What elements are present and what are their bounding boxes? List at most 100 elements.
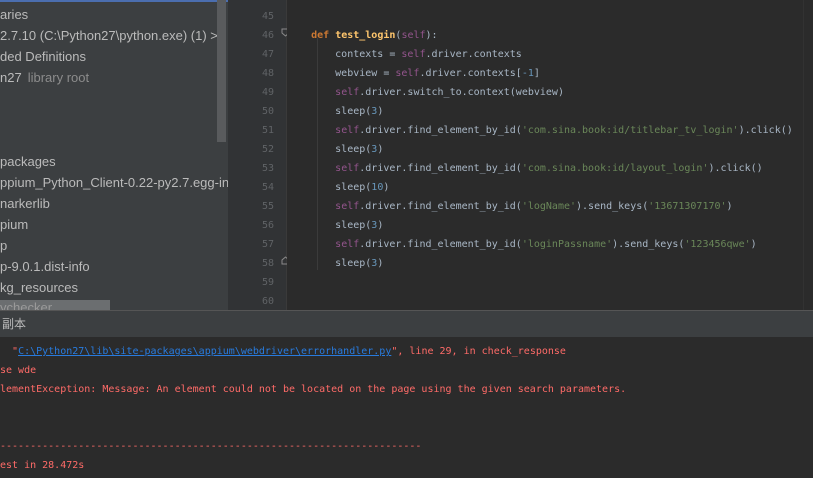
tree-item[interactable]: ychecker [0,297,52,310]
code-token: contexts = [287,49,402,60]
code-token: ) [377,106,384,117]
code-token: ).send_keys( [612,239,685,250]
code-token: self [335,125,360,136]
code-token: ] [533,68,540,79]
line-number: 45 [261,11,274,22]
code-line: sleep(10) [287,178,389,197]
code-token: '123456qwe' [684,239,751,250]
code-token: sleep( [287,258,372,269]
console-file-link[interactable]: C:\Python27\lib\site-packages\appium\web… [18,346,391,357]
code-line: self.driver.find_element_by_id('com.sina… [287,121,793,140]
console-line-exception: lementException: Message: An element cou… [0,384,627,395]
tree-item[interactable]: ppium_Python_Client-0.22-py2.7.egg-info [0,172,228,193]
console-file-suffix: ", line 29, in check_response [391,346,566,357]
code-token: def [311,30,336,41]
console-line-separator: ----------------------------------------… [0,441,422,452]
line-number: 55 [261,201,274,212]
code-token: self [335,87,360,98]
code-token: '13671307170' [648,201,727,212]
code-token: 10 [371,182,384,193]
selection-highlight [0,0,228,2]
code-line: sleep(3) [287,140,383,159]
code-token: sleep( [287,182,372,193]
run-panel-header: 副本 [0,310,813,337]
project-scrollbar[interactable] [217,0,226,142]
code-token: -1 [521,68,534,79]
code-token: .driver.contexts [425,49,522,60]
code-line: self.driver.find_element_by_id('logName'… [287,197,732,216]
code-line: self.driver.find_element_by_id('com.sina… [287,159,763,178]
code-token: ) [383,182,390,193]
code-token: .driver.find_element_by_id( [359,125,522,136]
tree-item[interactable]: n27 library root [0,67,89,88]
console-file-prefix: " [0,346,19,357]
code-line: sleep(3) [287,216,383,235]
line-number: 57 [261,239,274,250]
tree-item[interactable]: narkerlib [0,193,50,214]
code-editor[interactable]: def test_login(self): contexts = self.dr… [287,0,813,310]
code-token: ).click() [708,163,763,174]
editor-scrollbar[interactable] [803,0,813,310]
code-token: self [335,201,360,212]
code-token: sleep( [287,144,372,155]
code-line: self.driver.find_element_by_id('loginPas… [287,235,756,254]
tree-item[interactable]: p [0,235,7,256]
code-line: webview = self.driver.contexts[-1] [287,64,540,83]
code-line: contexts = self.driver.contexts [287,45,522,64]
code-token: self [401,30,426,41]
code-token: ) [377,144,384,155]
code-token: self [335,163,360,174]
code-line: sleep(3) [287,254,383,273]
tree-item[interactable]: packages [0,151,56,172]
code-line: sleep(3) [287,102,383,121]
line-number: 56 [261,220,274,231]
indent-guide [317,38,318,270]
tree-item[interactable]: ded Definitions [0,46,86,67]
line-number: 48 [261,68,274,79]
tree-item-label: kg_resources [0,280,79,295]
tree-item[interactable]: p-9.0.1.dist-info [0,256,90,277]
tree-item-sublabel: library root [27,70,90,85]
tree-item-label: packages [0,154,56,169]
tree-item-label: ychecker [0,300,53,310]
code-token: ) [377,258,384,269]
code-token: 'loginPassname' [521,239,613,250]
code-line: self.driver.switch_to.context(webview) [287,83,564,102]
tree-item-label: p-9.0.1.dist-info [0,259,90,274]
code-token: ): [425,30,438,41]
code-token: sleep( [287,220,372,231]
code-token: ).click() [738,125,793,136]
tree-item-label: narkerlib [0,196,50,211]
tree-item[interactable]: pium [0,214,28,235]
line-number: 54 [261,182,274,193]
tree-item[interactable]: 2.7.10 (C:\Python27\python.exe) (1) > [0,25,218,46]
tree-item-label: ppium_Python_Client-0.22-py2.7.egg-info [0,175,228,190]
code-token: self [401,49,426,60]
code-token: .driver.switch_to.context(webview) [359,87,564,98]
code-token: 'com.sina.book:id/layout_login' [521,163,709,174]
console-line-file: "C:\Python27\lib\site-packages\appium\we… [0,342,566,361]
tree-item[interactable]: aries [0,4,28,25]
code-token: self [335,239,360,250]
code-token: .driver.find_element_by_id( [359,201,522,212]
console-line-wde: se wde [0,365,37,376]
tree-item-label: p [0,238,8,253]
tree-item-label: n27 [0,70,22,85]
code-line: def test_login(self): [287,26,438,45]
line-number: 53 [261,163,274,174]
code-token: self [395,68,420,79]
line-number: 58 [261,258,274,269]
console-line-ran: est in 28.472s [0,460,85,471]
console-output: "C:\Python27\lib\site-packages\appium\we… [0,337,813,478]
code-token: test_login [335,30,396,41]
line-number: 46 [261,30,274,41]
code-token: ) [377,220,384,231]
line-number: 50 [261,106,274,117]
code-token: sleep( [287,106,372,117]
code-token: .driver.contexts[ [419,68,522,79]
tree-item[interactable]: kg_resources [0,277,78,298]
